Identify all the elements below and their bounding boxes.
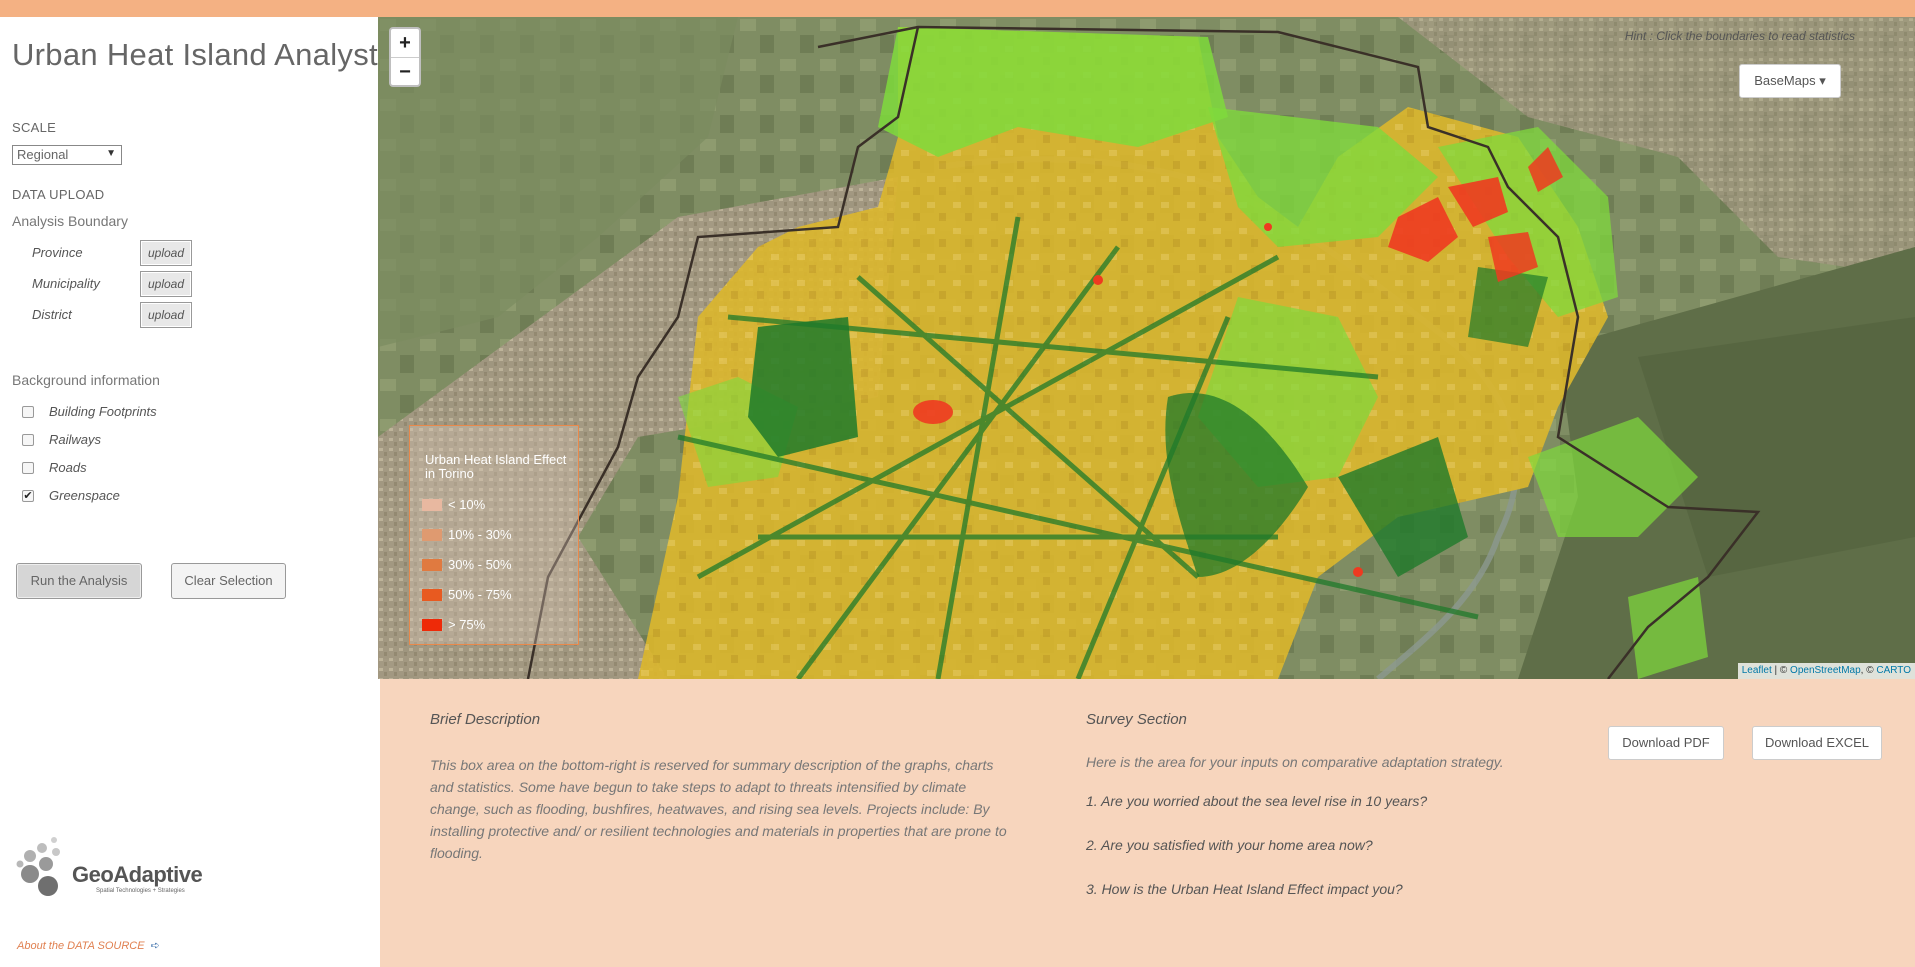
download-pdf-button[interactable]: Download PDF: [1608, 726, 1724, 760]
upload-district-button[interactable]: upload: [140, 302, 192, 328]
app-title: Urban Heat Island Analyst: [12, 37, 378, 72]
layer-label: Greenspace: [49, 488, 120, 503]
about-data-source-link[interactable]: About the DATA SOURCE ➪: [17, 939, 160, 952]
satellite-heat-map: [378, 17, 1915, 679]
attribution-sep: , ©: [1860, 665, 1877, 676]
legend-swatch: [422, 619, 442, 631]
data-upload-label: DATA UPLOAD: [12, 187, 105, 202]
survey-question[interactable]: 1. Are you worried about the sea level r…: [1086, 793, 1427, 809]
background-information-label: Background information: [12, 372, 160, 388]
osm-link[interactable]: OpenStreetMap: [1790, 665, 1861, 676]
logo-text: GeoAdaptive: [72, 862, 203, 887]
clear-selection-button[interactable]: Clear Selection: [171, 563, 286, 599]
layer-label: Railways: [49, 432, 102, 447]
upload-row-province: Province upload: [32, 240, 202, 266]
zoom-in-button[interactable]: +: [391, 29, 419, 57]
legend-swatch: [422, 589, 442, 601]
logo-dots-icon: [16, 837, 60, 896]
external-link-icon: ➪: [150, 940, 160, 952]
brief-description-title: Brief Description: [430, 711, 541, 728]
bottom-panel: Brief Description This box area on the b…: [380, 679, 1915, 967]
checkbox-railways[interactable]: [22, 434, 34, 446]
survey-section-title: Survey Section: [1086, 711, 1187, 728]
upload-province-button[interactable]: upload: [140, 240, 192, 266]
brief-description-text: This box area on the bottom-right is res…: [430, 757, 1007, 861]
layer-label: Roads: [49, 460, 87, 475]
legend-swatch: [422, 499, 442, 511]
attribution-sep: | ©: [1771, 665, 1791, 676]
download-excel-button[interactable]: Download EXCEL: [1752, 726, 1882, 760]
checkbox-greenspace[interactable]: ✔: [22, 490, 34, 502]
legend-label: 50% - 75%: [448, 587, 512, 602]
zoom-out-button[interactable]: −: [391, 57, 419, 85]
scale-select-value: Regional: [17, 147, 69, 162]
legend-swatch: [422, 559, 442, 571]
legend-label: < 10%: [448, 497, 486, 512]
map-attribution: Leaflet | © OpenStreetMap, © CARTO: [1737, 663, 1915, 679]
map-hint: Hint : Click the boundaries to read stat…: [1624, 29, 1855, 43]
map-legend: Urban Heat Island Effect in Torino < 10%…: [409, 425, 579, 645]
chevron-down-icon: ▼: [106, 148, 116, 159]
upload-row-district: District upload: [32, 302, 202, 328]
zoom-control: + −: [389, 27, 421, 87]
upload-municipality-button[interactable]: upload: [140, 271, 192, 297]
run-analysis-button[interactable]: Run the Analysis: [16, 563, 142, 599]
checkbox-building-footprints[interactable]: [22, 406, 34, 418]
map-view[interactable]: + − Hint : Click the boundaries to read …: [378, 17, 1915, 679]
carto-link[interactable]: CARTO: [1876, 665, 1911, 676]
upload-label-province: Province: [32, 245, 83, 260]
upload-label-municipality: Municipality: [32, 276, 100, 291]
layer-label: Building Footprints: [49, 404, 157, 419]
analysis-boundary-label: Analysis Boundary: [12, 213, 128, 229]
survey-question[interactable]: 3. How is the Urban Heat Island Effect i…: [1086, 881, 1403, 897]
about-link-label: About the DATA SOURCE: [17, 940, 145, 952]
sidebar: Urban Heat Island Analyst SCALE Regional…: [0, 17, 378, 967]
basemaps-dropdown[interactable]: BaseMaps ▾: [1739, 64, 1841, 98]
legend-title: Urban Heat Island Effect in Torino: [425, 452, 567, 481]
logo-tagline: Spatial Technologies + Strategies: [96, 888, 185, 894]
legend-label: 30% - 50%: [448, 557, 512, 572]
legend-label: > 75%: [448, 617, 486, 632]
upload-label-district: District: [32, 307, 72, 322]
scale-select[interactable]: Regional ▼: [12, 145, 122, 165]
upload-row-municipality: Municipality upload: [32, 271, 202, 297]
geoadaptive-logo: GeoAdaptive Spatial Technologies + Strat…: [16, 834, 203, 904]
survey-intro: Here is the area for your inputs on comp…: [1086, 754, 1504, 770]
top-accent-bar: [0, 0, 1915, 17]
legend-label: 10% - 30%: [448, 527, 512, 542]
survey-question[interactable]: 2. Are you satisfied with your home area…: [1086, 837, 1373, 853]
legend-swatch: [422, 529, 442, 541]
leaflet-link[interactable]: Leaflet: [1742, 665, 1772, 676]
scale-label: SCALE: [12, 120, 57, 135]
checkbox-roads[interactable]: [22, 462, 34, 474]
